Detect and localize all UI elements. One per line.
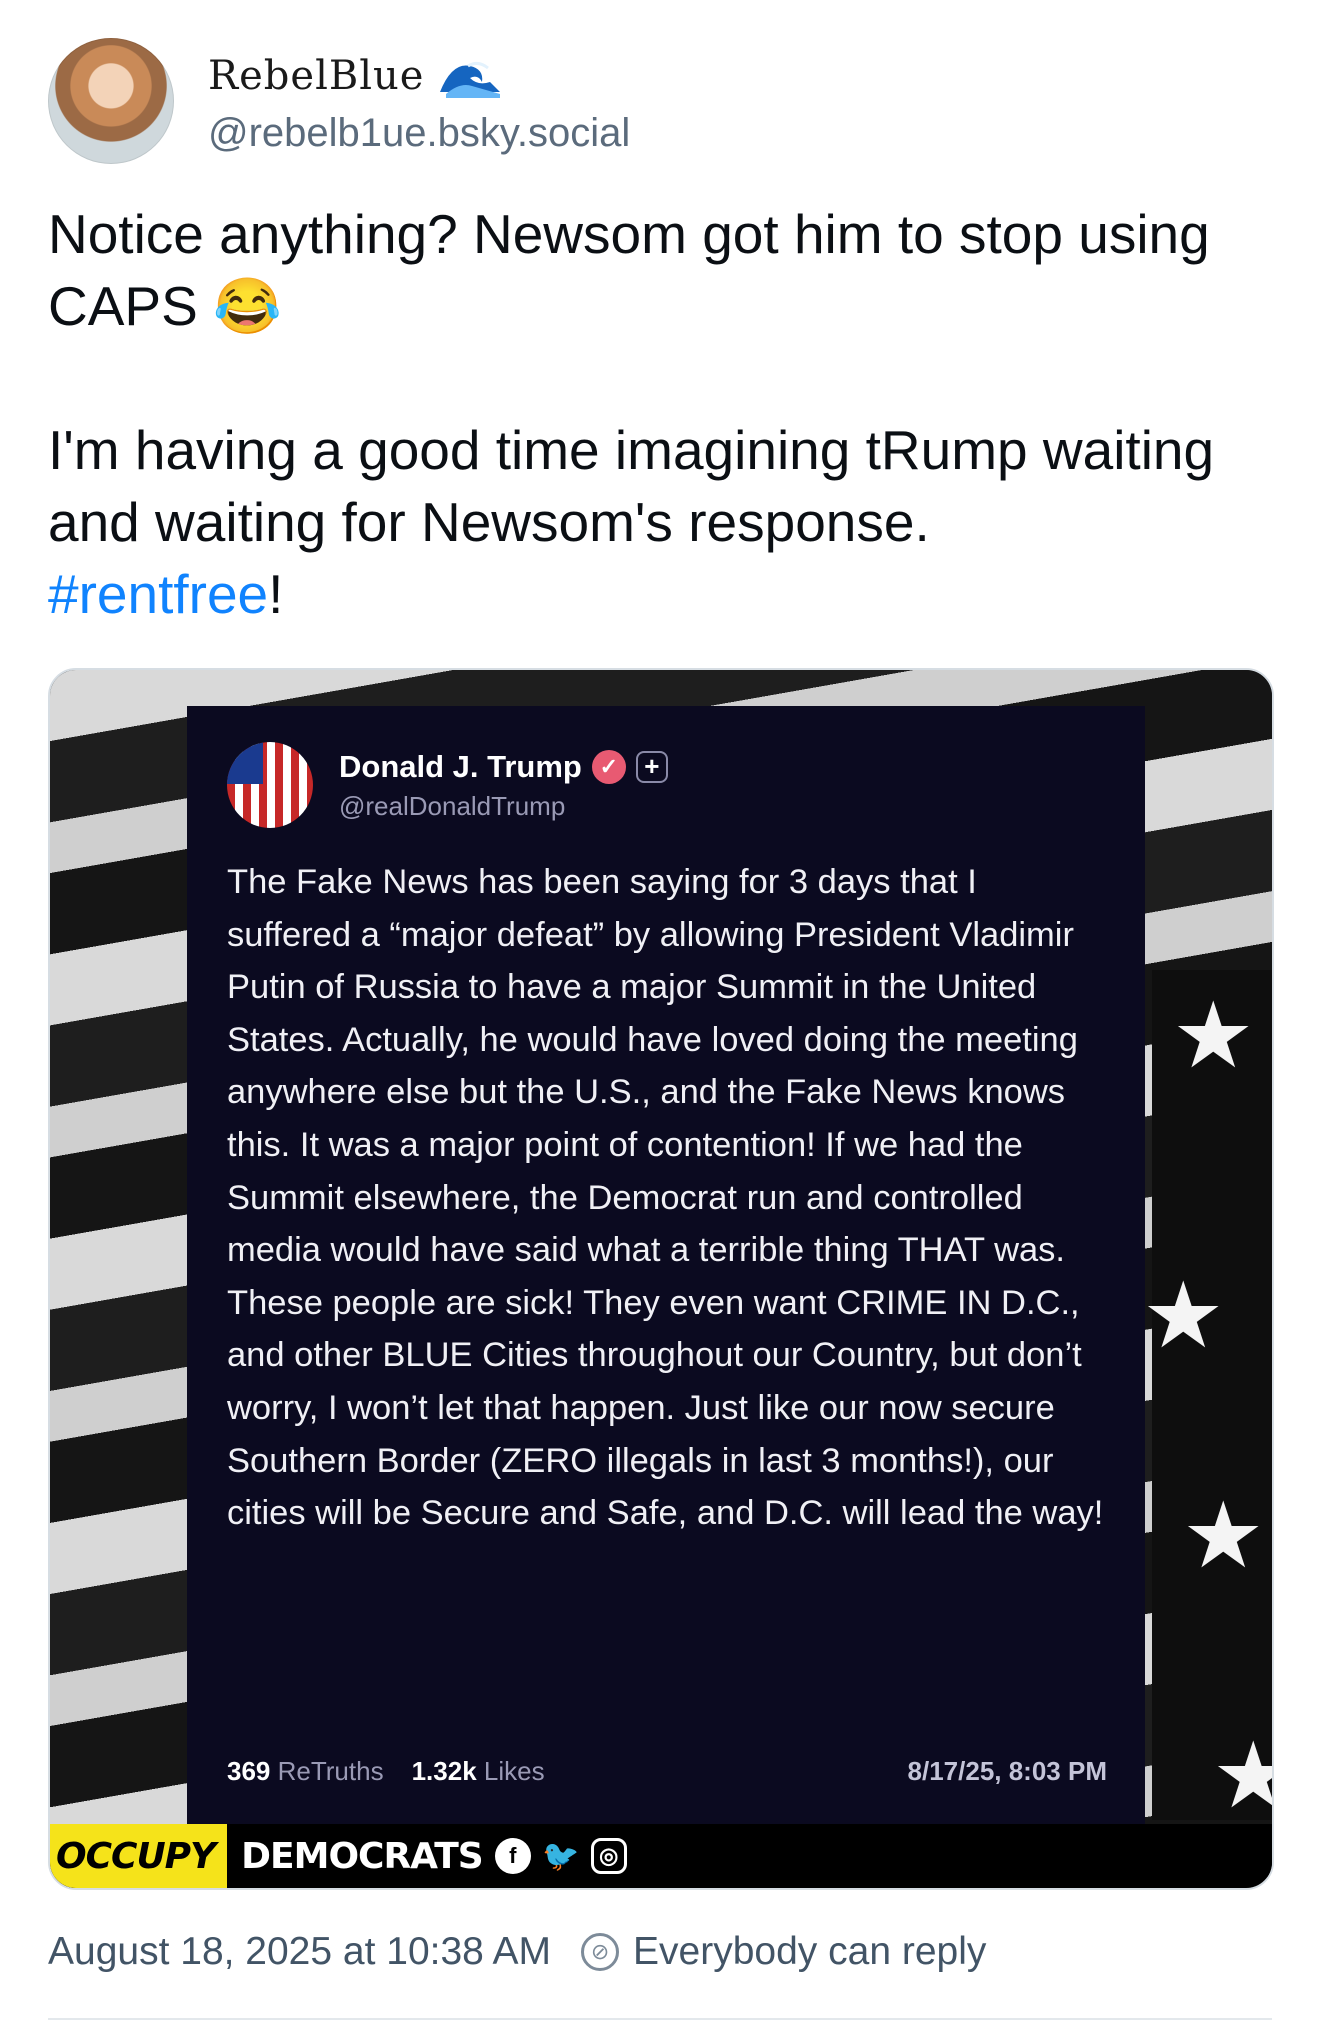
- post-timestamp[interactable]: August 18, 2025 at 10:38 AM: [48, 1930, 551, 1974]
- occupy-label: OCCUPY: [50, 1824, 228, 1888]
- retruths-stat: 369 ReTruths: [227, 1756, 384, 1787]
- truth-social-post: Donald J. Trump ✓ + @realDonaldTrump The…: [187, 706, 1145, 1832]
- author-handle[interactable]: @rebelb1ue.bsky.social: [208, 111, 630, 156]
- instagram-icon: ◎: [590, 1838, 627, 1874]
- divider: [48, 2018, 1272, 2020]
- post-line-2: I'm having a good time imagining tRump w…: [48, 414, 1278, 630]
- post-text: Notice anything? Newsom got him to stop …: [48, 198, 1278, 630]
- brand-bar: OCCUPY DEMOCRATS f 🐦 ◎: [50, 1824, 1272, 1888]
- star-icon: ★: [1172, 982, 1255, 1089]
- star-icon: ★: [1142, 1262, 1225, 1369]
- avatar[interactable]: [48, 38, 174, 164]
- truth-author-handle: @realDonaldTrump: [339, 790, 566, 821]
- hashtag-link[interactable]: #rentfree: [48, 563, 268, 625]
- twitter-icon: 🐦: [542, 1839, 580, 1873]
- truth-date: 8/17/25, 8:03 PM: [907, 1756, 1107, 1786]
- likes-stat: 1.32k Likes: [412, 1756, 545, 1787]
- likes-label: Likes: [483, 1756, 545, 1786]
- likes-count: 1.32k: [411, 1756, 477, 1786]
- hashtag-suffix: !: [268, 563, 284, 625]
- plus-icon: +: [635, 750, 668, 783]
- reply-setting[interactable]: Everybody can reply: [633, 1930, 986, 1974]
- post-footer: August 18, 2025 at 10:38 AM ⊘ Everybody …: [48, 1930, 986, 1974]
- post-header: RebelBlue @rebelb1ue.bsky.social: [48, 38, 630, 164]
- author-names: RebelBlue @rebelb1ue.bsky.social: [208, 47, 630, 156]
- post-line-2-text: I'm having a good time imagining tRump w…: [48, 419, 1215, 553]
- verified-icon: ✓: [591, 749, 626, 784]
- truth-stats: 369 ReTruths 1.32k Likes 8/17/25, 8:03 P…: [227, 1756, 1107, 1787]
- star-icon: ★: [1212, 1730, 1272, 1822]
- display-name-text: RebelBlue: [208, 52, 425, 99]
- retruths-count: 369: [227, 1756, 271, 1786]
- star-icon: ★: [1182, 1482, 1265, 1589]
- reply-settings-icon: ⊘: [581, 1933, 620, 1971]
- wave-icon: [438, 52, 502, 100]
- retruths-label: ReTruths: [277, 1756, 384, 1786]
- embedded-image[interactable]: ★ ★ ★ ★ Donald J. Trump ✓ + @realDonaldT…: [48, 668, 1274, 1890]
- facebook-icon: f: [494, 1838, 531, 1874]
- truth-header: Donald J. Trump ✓ + @realDonaldTrump: [227, 742, 668, 828]
- display-name[interactable]: RebelBlue: [208, 47, 630, 105]
- flag-stars: ★ ★ ★ ★: [1142, 970, 1272, 1822]
- truth-author-name: Donald J. Trump ✓ +: [339, 749, 668, 785]
- truth-author-name-text: Donald J. Trump: [339, 748, 582, 784]
- democrats-label: DEMOCRATS: [241, 1835, 484, 1877]
- trump-avatar: [227, 742, 313, 828]
- truth-body: The Fake News has been saying for 3 days…: [227, 863, 1104, 1533]
- post-line-1: Notice anything? Newsom got him to stop …: [48, 203, 1210, 337]
